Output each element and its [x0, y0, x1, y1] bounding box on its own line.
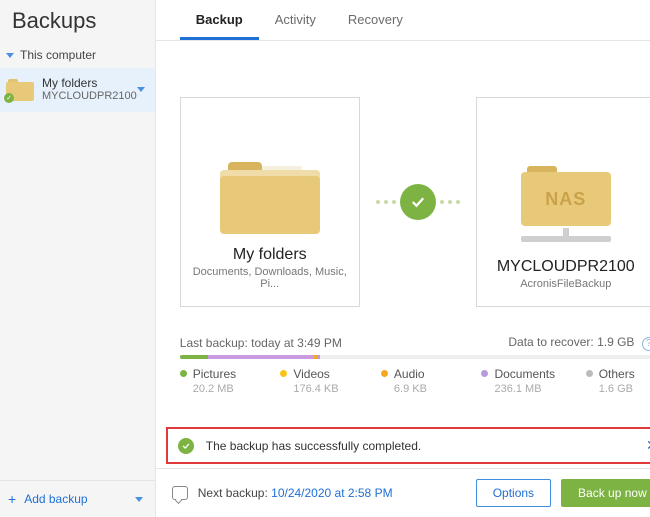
- folder-check-icon: ✓: [6, 79, 34, 101]
- cat-documents: Documents 236.1 MB: [481, 367, 555, 395]
- cat-audio: Audio 6.9 KB: [381, 367, 451, 395]
- comment-icon[interactable]: [172, 486, 188, 500]
- data-to-recover-text: Data to recover: 1.9 GB: [508, 335, 634, 349]
- destination-sub: AcronisFileBackup: [520, 278, 611, 290]
- sidebar-item-myfolders[interactable]: ✓ My folders MYCLOUDPR2100: [0, 68, 155, 112]
- success-check-icon: [178, 438, 194, 454]
- chevron-down-icon: [6, 53, 14, 58]
- sidebar-item-name: My folders: [42, 76, 137, 90]
- next-backup-label: Next backup:: [198, 486, 271, 500]
- backup-now-button[interactable]: Back up now: [561, 479, 650, 507]
- sidebar-tree-header[interactable]: This computer: [0, 44, 155, 68]
- footer: Next backup: 10/24/2020 at 2:58 PM Optio…: [156, 468, 650, 517]
- tabs: Backup Activity Recovery: [156, 0, 650, 41]
- cat-others: Others 1.6 GB: [586, 367, 650, 395]
- tab-activity[interactable]: Activity: [259, 4, 332, 40]
- sidebar-title: Backups: [0, 0, 155, 44]
- tab-backup[interactable]: Backup: [180, 4, 259, 40]
- plus-icon: +: [8, 491, 16, 507]
- next-backup-time[interactable]: 10/24/2020 at 2:58 PM: [271, 486, 392, 500]
- cat-pictures: Pictures 20.2 MB: [180, 367, 250, 395]
- help-icon[interactable]: ?: [642, 337, 650, 351]
- cat-videos: Videos 176.4 KB: [280, 367, 350, 395]
- chevron-down-icon[interactable]: [135, 497, 143, 502]
- tab-recovery[interactable]: Recovery: [332, 4, 419, 40]
- add-backup-label: Add backup: [24, 492, 87, 506]
- last-backup-text: Last backup: today at 3:49 PM: [180, 336, 342, 350]
- success-check-icon: [400, 184, 436, 220]
- destination-card[interactable]: NAS MYCLOUDPR2100 AcronisFileBackup: [476, 97, 650, 307]
- content: My folders Documents, Downloads, Music, …: [156, 41, 650, 468]
- data-bar: [180, 355, 650, 359]
- sidebar: Backups This computer ✓ My folders MYCLO…: [0, 0, 156, 517]
- folder-icon: [220, 162, 320, 234]
- status-message: The backup has successfully completed.: [206, 439, 421, 453]
- source-sub: Documents, Downloads, Music, Pi...: [191, 266, 349, 290]
- connector: [376, 184, 460, 220]
- close-icon[interactable]: ✕: [646, 437, 650, 454]
- tree-header-label: This computer: [20, 48, 96, 62]
- options-button[interactable]: Options: [476, 479, 551, 507]
- main: Backup Activity Recovery My folders Docu…: [156, 0, 650, 517]
- source-card[interactable]: My folders Documents, Downloads, Music, …: [180, 97, 360, 307]
- categories: Pictures 20.2 MB Videos 176.4 KB Audio 6…: [180, 367, 650, 405]
- sidebar-item-dest: MYCLOUDPR2100: [42, 90, 137, 103]
- source-title: My folders: [233, 246, 307, 264]
- nas-icon: NAS: [511, 166, 621, 246]
- add-backup-button[interactable]: + Add backup: [0, 480, 155, 517]
- destination-title: MYCLOUDPR2100: [497, 258, 635, 276]
- status-alert: The backup has successfully completed. ✕: [166, 427, 650, 464]
- chevron-down-icon[interactable]: [137, 87, 145, 92]
